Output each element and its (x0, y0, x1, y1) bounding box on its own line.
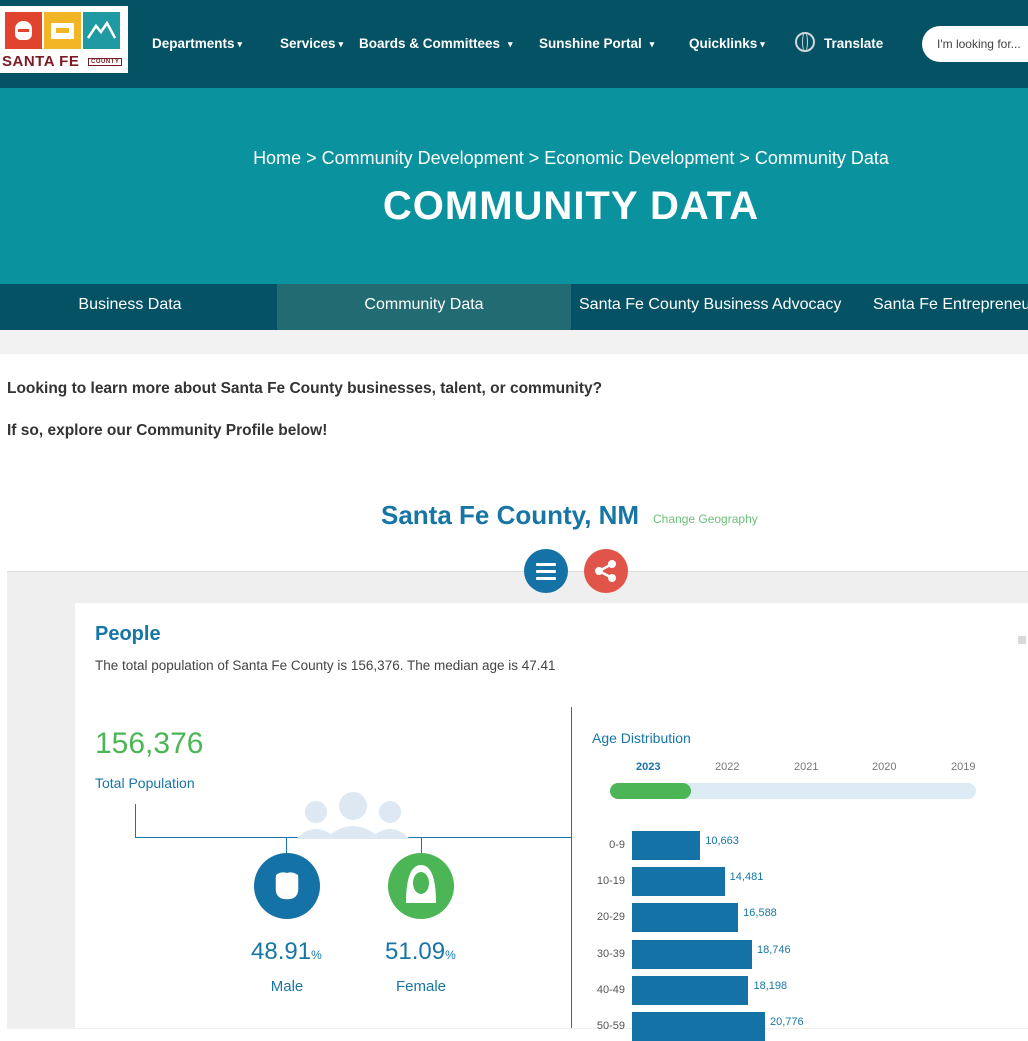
geography-title: Santa Fe County, NM (381, 500, 640, 530)
age-bar-label: 30-39 (596, 947, 625, 960)
female-percentage: 51.09% (385, 938, 456, 965)
people-title: People (95, 623, 161, 645)
breadcrumb-separator: > (528, 148, 540, 168)
age-distribution-title: Age Distribution (592, 730, 691, 746)
santa-fe-county-logo[interactable]: SANTA FE COUNTY (0, 6, 128, 73)
age-bar-value: 18,198 (753, 979, 788, 992)
tab-business-advocacy[interactable]: Santa Fe County Business Advocacy (579, 284, 847, 330)
year-option-2022[interactable]: 2022 (715, 761, 739, 773)
age-bar[interactable] (632, 1012, 765, 1041)
age-bar-label: 40-49 (596, 983, 625, 996)
age-bar[interactable] (632, 939, 752, 969)
breadcrumb-separator: > (306, 148, 317, 168)
logo-brand-subtext: COUNTY (88, 58, 123, 66)
age-bar-value: 18,746 (756, 943, 791, 956)
age-bar[interactable] (632, 975, 749, 1005)
section-divider (571, 707, 572, 1028)
year-option-2021[interactable]: 2021 (794, 761, 818, 773)
intro-line-1: Looking to learn more about Santa Fe Cou… (7, 380, 603, 397)
globe-icon (795, 32, 815, 53)
people-card: People The total population of Santa Fe … (75, 603, 1028, 1041)
connector-line (135, 804, 136, 838)
year-option-2019[interactable]: 2019 (951, 761, 975, 773)
age-bar-value: 16,588 (743, 907, 777, 920)
nav-quicklinks[interactable]: Quicklinks ▾ (689, 0, 765, 88)
breadcrumb-community-development[interactable]: Community Development (322, 148, 524, 168)
total-population-value: 156,376 (95, 727, 204, 760)
chevron-down-icon: ▾ (338, 39, 344, 49)
breadcrumb-home[interactable]: Home (253, 148, 301, 168)
tab-community-data[interactable]: Community Data (277, 284, 571, 330)
chevron-down-icon: ▾ (760, 39, 765, 49)
age-bar-value: 14,481 (729, 871, 764, 884)
age-bar[interactable] (632, 831, 701, 860)
people-summary: The total population of Santa Fe County … (95, 658, 556, 673)
intro-line-2: If so, explore our Community Profile bel… (7, 422, 328, 439)
translate-button[interactable]: Translate (795, 0, 883, 88)
age-bar-value: 10,663 (705, 835, 739, 847)
breadcrumb-community-data: Community Data (754, 148, 889, 168)
logo-brand-text: SANTA FE (2, 53, 80, 70)
female-label: Female (395, 978, 447, 995)
chevron-down-icon: ▾ (508, 39, 513, 49)
male-label: Male (270, 978, 304, 995)
change-geography-link[interactable]: Change Geography (653, 512, 758, 526)
breadcrumb: Home > Community Development > Economic … (0, 148, 1028, 169)
section-tabs: Business Data Community Data Santa Fe Co… (0, 284, 1028, 330)
page-hero: Home > Community Development > Economic … (0, 88, 1028, 284)
chevron-down-icon: ▾ (237, 39, 243, 49)
nav-boards-committees[interactable]: Boards & Committees ▾ (359, 0, 513, 88)
share-button[interactable] (584, 549, 628, 593)
mountain-icon (83, 12, 120, 49)
menu-button[interactable] (524, 549, 568, 593)
tab-business-data[interactable]: Business Data (0, 284, 260, 330)
male-percentage: 48.91% (251, 938, 322, 965)
age-bar-label: 50-59 (596, 1020, 625, 1032)
year-slider-fill[interactable] (610, 783, 691, 799)
year-option-2023[interactable]: 2023 (636, 761, 660, 773)
chevron-down-icon: ▾ (649, 39, 655, 49)
divider-strip (0, 330, 1028, 354)
search-input[interactable]: I'm looking for... (922, 26, 1028, 62)
age-bar[interactable] (632, 903, 739, 933)
year-option-2020[interactable]: 2020 (872, 761, 896, 773)
site-header: SANTA FE COUNTY Departments ▾ Services ▾ B… (0, 0, 1028, 88)
age-bar-label: 10-19 (596, 875, 625, 888)
age-bar-label: 20-29 (596, 911, 625, 924)
building-icon (44, 12, 81, 49)
people-group-icon (296, 792, 410, 839)
age-bar-value: 20,776 (769, 1016, 804, 1028)
age-bar[interactable] (632, 867, 725, 897)
nav-departments[interactable]: Departments ▾ (152, 0, 242, 88)
male-icon (254, 853, 320, 919)
breadcrumb-separator: > (739, 148, 750, 168)
page-title: COMMUNITY DATA (382, 184, 760, 228)
tab-entrepreneurship[interactable]: Santa Fe Entrepreneurship (873, 284, 1028, 330)
nav-services[interactable]: Services ▾ (280, 0, 343, 88)
share-icon (595, 560, 616, 582)
nav-sunshine-portal[interactable]: Sunshine Portal ▾ (539, 0, 654, 88)
breadcrumb-economic-development[interactable]: Economic Development (544, 148, 734, 168)
female-icon (388, 853, 454, 919)
total-population-label: Total Population (95, 775, 195, 791)
pottery-icon (5, 12, 42, 49)
year-slider[interactable] (610, 783, 976, 799)
age-bar-label: 0-9 (609, 839, 625, 851)
scroll-indicator[interactable] (1018, 636, 1026, 644)
